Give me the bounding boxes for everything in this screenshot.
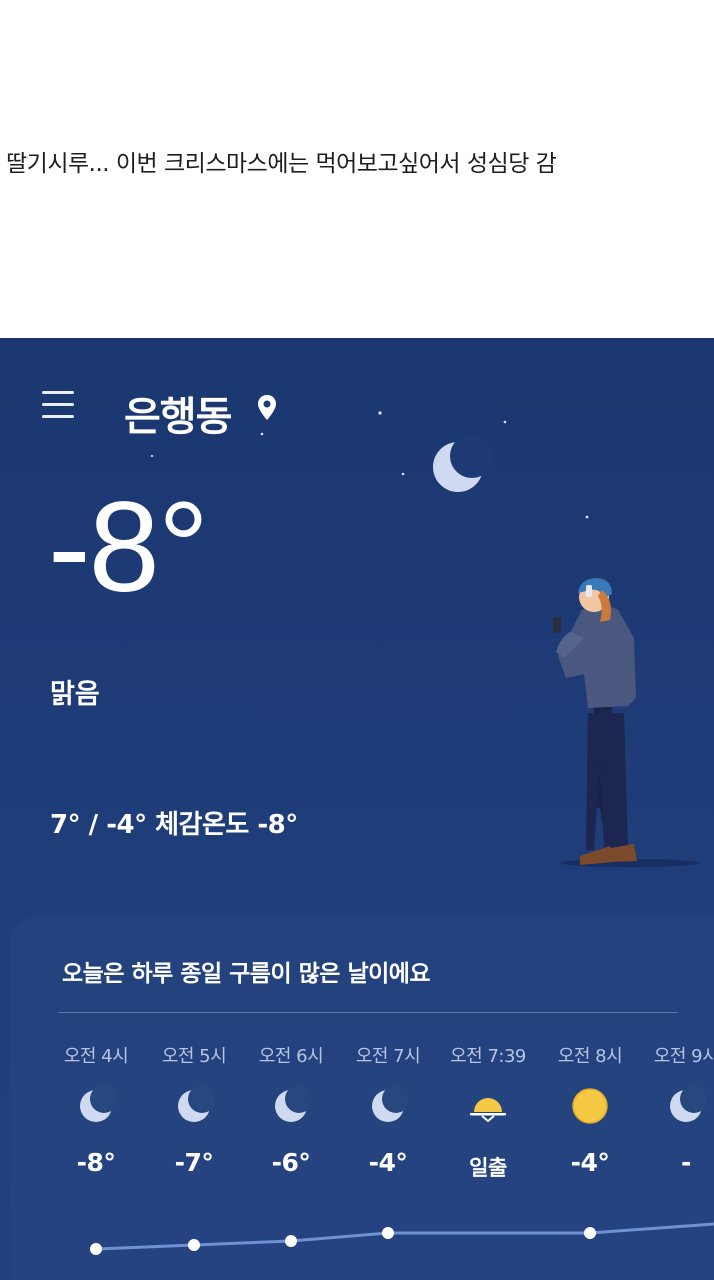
hour-temperature: -4° <box>368 1148 408 1177</box>
trend-point <box>90 1243 102 1255</box>
hour-temperature: -7° <box>174 1148 214 1177</box>
hour-time: 오전 4시 <box>63 1046 129 1067</box>
location-title[interactable]: 은행동 <box>124 384 232 442</box>
trend-point <box>285 1235 297 1247</box>
hour-time: 오전 9시 <box>653 1046 714 1067</box>
hour-item: 오전 7시 -4° <box>340 916 436 1196</box>
weather-condition: 맑음 <box>50 679 100 710</box>
crescent-moon-icon <box>670 1086 706 1122</box>
trend-point <box>382 1227 394 1239</box>
crescent-moon-icon <box>80 1086 116 1122</box>
hour-item: 오전 4시 -8° <box>48 916 144 1196</box>
hour-temperature: -6° <box>271 1148 311 1177</box>
post-text: 딸기시루... 이번 크리스마스에는 먹어보고싶어서 성심당 감 <box>6 151 557 177</box>
menu-icon[interactable] <box>42 391 74 419</box>
hour-time: 오전 5시 <box>161 1046 227 1067</box>
hour-temperature: - <box>681 1148 691 1177</box>
hour-temperature: -4° <box>570 1148 610 1177</box>
hour-item: 오전 9시 - <box>638 916 714 1196</box>
trend-point <box>188 1239 200 1251</box>
sunrise-icon <box>470 1098 506 1123</box>
hour-temperature: 일출 <box>469 1156 507 1180</box>
hour-item: 오전 7:39 일출 <box>440 916 536 1196</box>
weather-widget: 은행동 -8° 맑음 7° / -4° 체감온도 -8° 오늘은 하루 종일 구… <box>0 338 714 1280</box>
person-illustration <box>553 578 700 867</box>
temperature-trend-line <box>90 1222 714 1255</box>
hour-item: 오전 8시 -4° <box>542 916 638 1196</box>
moon-icon <box>433 434 494 492</box>
hour-time: 오전 7:39 <box>450 1046 526 1067</box>
hour-time: 오전 6시 <box>258 1046 324 1067</box>
hour-temperature: -8° <box>76 1148 116 1177</box>
trend-point <box>584 1227 596 1239</box>
hour-time: 오전 7시 <box>355 1046 421 1067</box>
hour-item: 오전 5시 -7° <box>146 916 242 1196</box>
crescent-moon-icon <box>275 1086 311 1122</box>
hourly-forecast-card: 오늘은 하루 종일 구름이 많은 날이에요 오전 4시 -8° 오전 5시 -7… <box>10 916 714 1280</box>
location-pin-icon <box>258 395 276 420</box>
crescent-moon-icon <box>178 1086 214 1122</box>
current-temperature: -8° <box>48 476 209 619</box>
crescent-moon-icon <box>372 1086 408 1122</box>
sun-icon <box>572 1088 608 1124</box>
temperature-range: 7° / -4° 체감온도 -8° <box>50 810 298 840</box>
hour-item: 오전 6시 -6° <box>243 916 339 1196</box>
hour-time: 오전 8시 <box>557 1046 623 1067</box>
